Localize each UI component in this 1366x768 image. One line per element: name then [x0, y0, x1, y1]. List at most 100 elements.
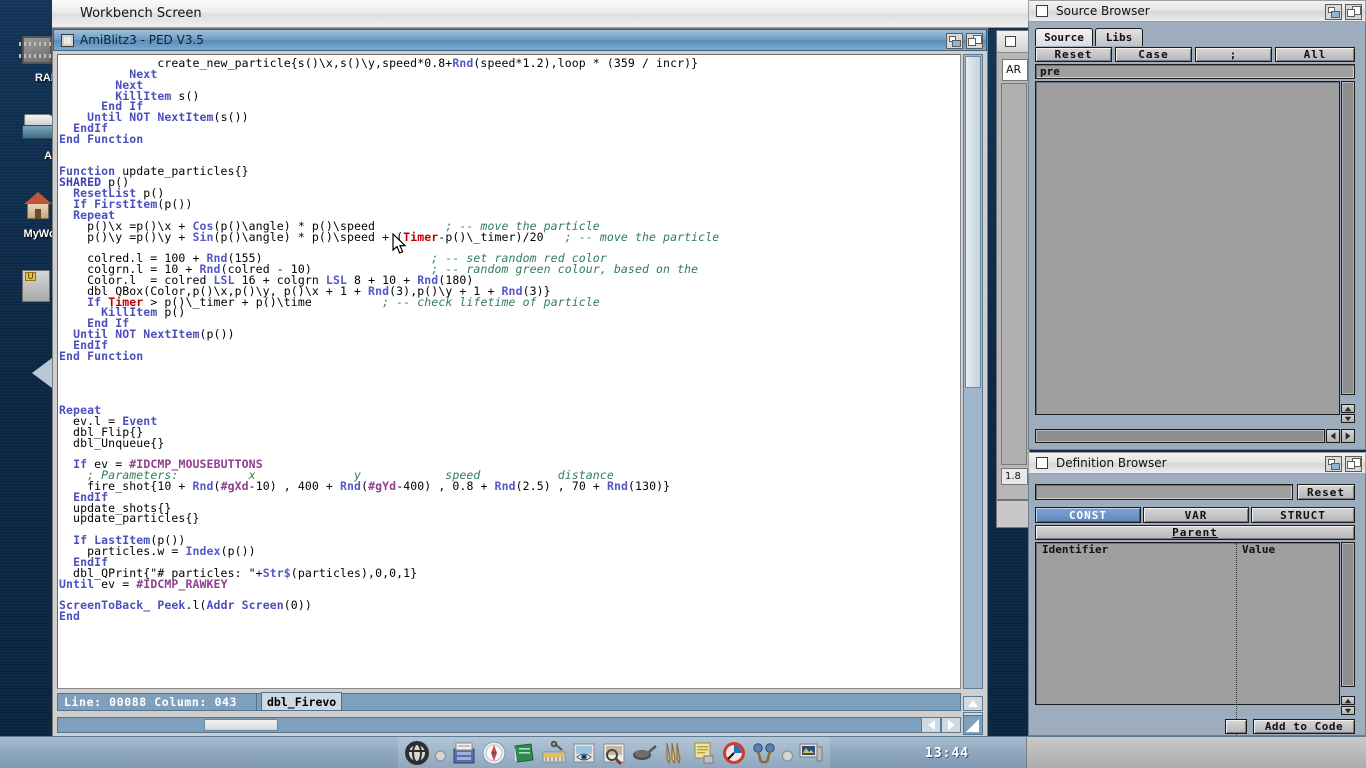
close-box-icon[interactable] [1036, 457, 1048, 469]
definition-vscrollbar[interactable] [1341, 542, 1355, 687]
definition-browser-titlebar[interactable]: Definition Browser [1028, 452, 1366, 474]
editor-hscroll-thumb[interactable] [204, 719, 278, 731]
case-button[interactable]: Case [1115, 47, 1192, 62]
code-line: particles.w = Index(p()) [59, 543, 960, 558]
parent-label: Parent [1172, 526, 1218, 539]
scroll-down-arrow-icon[interactable] [1341, 414, 1355, 423]
definition-browser-title: Definition Browser [1056, 456, 1167, 470]
editor-horizontal-scrollbar[interactable] [57, 717, 939, 733]
source-code-text[interactable]: create_new_particle{s()\x,s()\y,speed*0.… [59, 56, 960, 688]
close-box-icon[interactable] [1005, 36, 1016, 47]
notebook-icon[interactable] [511, 740, 537, 766]
notepad-icon[interactable] [691, 740, 717, 766]
binoculars-icon[interactable] [751, 740, 777, 766]
code-line: ev.l = Event [59, 415, 960, 427]
source-browser-list[interactable] [1035, 81, 1340, 415]
editor-hscroll-buttons [921, 717, 961, 733]
tab-libs[interactable]: Libs [1095, 28, 1143, 46]
extra-button[interactable] [1225, 719, 1247, 734]
dial-gauge-icon[interactable] [721, 740, 747, 766]
code-token: (p()\angle) * p()\speed + ( [213, 229, 404, 244]
scroll-up-arrow-icon[interactable] [1341, 404, 1355, 413]
scroll-down-arrow-icon[interactable] [1341, 706, 1355, 715]
magnifier-picture-icon[interactable] [601, 740, 627, 766]
source-browser-vscroll-thumb[interactable] [1343, 83, 1353, 393]
background-window-body [1001, 83, 1027, 465]
editor-vscroll-thumb[interactable] [965, 56, 981, 388]
all-button[interactable]: All [1275, 47, 1355, 62]
tab-struct[interactable]: STRUCT [1251, 507, 1355, 523]
zoom-window-icon[interactable] [1345, 456, 1362, 472]
background-window-sliver-2[interactable] [996, 500, 1030, 528]
parent-button[interactable]: Parent [1035, 525, 1355, 540]
scroll-up-arrow-icon[interactable] [1341, 696, 1355, 705]
reset-button[interactable]: Reset [1035, 47, 1112, 62]
scroll-up-arrow-icon[interactable] [963, 696, 983, 711]
scroll-left-arrow-icon[interactable] [921, 717, 941, 733]
background-window-tab[interactable]: AR [1002, 59, 1028, 81]
background-window-sliver[interactable]: AR 1.8 [996, 30, 1030, 500]
editor-titlebar[interactable]: AmiBlitz3 - PED V3.5 [53, 29, 987, 51]
monitor-icon[interactable] [798, 740, 824, 766]
code-line: create_new_particle{s()\x,s()\y,speed*0.… [59, 57, 960, 69]
source-browser-vscrollbar[interactable] [1341, 81, 1355, 395]
code-token: p() [157, 305, 186, 320]
code-token: Addr Screen [206, 598, 284, 613]
code-line: dbl_Unqueue{} [59, 437, 960, 449]
code-token: Rnd [606, 478, 629, 493]
semicolon-button[interactable]: ; [1195, 47, 1272, 62]
background-window-number: 1.8 [1001, 468, 1028, 485]
filecabinet-icon[interactable] [451, 740, 477, 766]
code-editor-viewport[interactable]: create_new_particle{s()\x,s()\y,speed*0.… [57, 54, 961, 689]
editor-file-tab[interactable]: dbl_Firevo [261, 692, 343, 711]
tab-var[interactable]: VAR [1143, 507, 1249, 523]
compass-icon[interactable] [481, 740, 507, 766]
scroll-right-arrow-icon[interactable] [1341, 429, 1355, 443]
close-box-icon[interactable] [61, 33, 74, 47]
source-search-input[interactable]: pre [1035, 64, 1355, 79]
zoom-window-icon[interactable] [966, 33, 983, 49]
definition-list[interactable]: Identifier Value [1035, 542, 1340, 768]
source-browser-titlebar[interactable]: Source Browser [1028, 0, 1366, 22]
code-line: SHARED p() [59, 177, 960, 189]
code-token: (p()) [220, 543, 256, 558]
code-line: EndIf [59, 339, 960, 351]
small-dot-icon-2[interactable] [781, 747, 794, 761]
code-token: -p()\_timer)/20 [438, 229, 544, 244]
tab-const[interactable]: CONST [1035, 507, 1141, 523]
code-token: #IDCMP_RAWKEY [136, 576, 228, 591]
eye-picture-icon[interactable] [571, 740, 597, 766]
depth-arrange-icon[interactable] [1325, 4, 1342, 20]
small-dot-icon[interactable] [434, 747, 447, 761]
code-line: EndIf [59, 122, 960, 134]
editor-window: AmiBlitz3 - PED V3.5 create_new_particle… [52, 28, 988, 740]
definition-reset-button[interactable]: Reset [1297, 484, 1355, 500]
tab-source[interactable]: Source [1035, 28, 1093, 46]
code-line: End [59, 610, 960, 622]
amiga-ball-icon[interactable] [404, 740, 430, 766]
depth-arrange-icon[interactable] [1325, 456, 1342, 472]
frying-pan-icon[interactable] [631, 740, 657, 766]
code-token: p()\y =p()\y + [59, 229, 193, 244]
source-browser-hscrollbar[interactable] [1035, 429, 1325, 443]
editor-vertical-scrollbar[interactable] [963, 54, 983, 689]
scroll-right-arrow-icon[interactable] [941, 717, 961, 733]
paintbrushes-icon[interactable] [661, 740, 687, 766]
zoom-window-icon[interactable] [1345, 4, 1362, 20]
ruler-tools-icon[interactable] [541, 740, 567, 766]
definition-vscroll-thumb[interactable] [1343, 544, 1353, 685]
code-line: KillItem p() [59, 305, 960, 320]
scroll-left-arrow-icon[interactable] [1326, 429, 1340, 443]
depth-arrange-icon[interactable] [946, 33, 963, 49]
definition-search-input[interactable] [1035, 484, 1293, 500]
resize-gadget-icon[interactable] [963, 715, 983, 735]
code-line: End Function [59, 133, 960, 145]
add-to-code-button[interactable]: Add to Code [1253, 719, 1355, 734]
close-box-icon[interactable] [1036, 5, 1048, 17]
source-browser-hscroll-thumb[interactable] [1037, 431, 1323, 441]
desktop-arrow-gadget[interactable] [32, 358, 54, 390]
